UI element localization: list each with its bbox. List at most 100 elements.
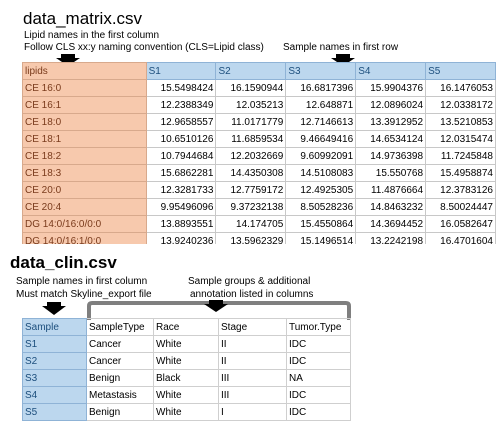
clin-row: S1 Cancer White II IDC	[22, 335, 351, 353]
value-cell: 10.7944684	[145, 147, 217, 165]
value-cell: 11.7245848	[425, 147, 496, 165]
annotation-cell: Cancer	[86, 352, 154, 370]
value-cell: 13.8893551	[145, 215, 217, 233]
value-cell: 13.3912952	[355, 113, 427, 131]
sample-header-cell: S4	[355, 62, 427, 80]
matrix-row: DG 14:0/16:1/0:0 13.9240236 13.5962329 15.1…	[22, 232, 496, 244]
annotation-cell: IDC	[286, 352, 351, 370]
annotation-cell: Black	[153, 369, 219, 387]
sample-header-cell: S5	[425, 62, 496, 80]
value-cell: 11.0171779	[215, 113, 287, 131]
value-cell: 12.9658557	[145, 113, 217, 131]
annotation-cell: White	[153, 352, 219, 370]
lipid-name-cell: CE 16:0	[22, 79, 147, 97]
value-cell: 12.7759172	[215, 181, 287, 199]
value-cell: 12.3281733	[145, 181, 217, 199]
annotation-cell: IDC	[286, 335, 351, 353]
lipid-name-cell: CE 18:2	[22, 147, 147, 165]
lipid-name-cell: CE 18:1	[22, 130, 147, 148]
sample-header-cell: Sample	[22, 318, 87, 336]
value-cell: 14.5108083	[285, 164, 357, 182]
matrix-note-sample-names: Sample names in first row	[283, 42, 399, 53]
matrix-row: CE 18:1 10.6510126 11.6859534 9.46649416 14.…	[22, 130, 496, 148]
clin-row: S5 Benign White I IDC	[22, 403, 351, 421]
annotation-cell: IDC	[286, 386, 351, 404]
sample-name-cell: S4	[22, 386, 87, 404]
value-cell: 14.8463232	[355, 198, 427, 216]
value-cell: 10.6510126	[145, 130, 217, 148]
annotation-cell: NA	[286, 369, 351, 387]
arrow-down-icon	[204, 300, 228, 312]
value-cell: 16.4701604	[425, 232, 496, 244]
lipid-name-cell: DG 14:0/16:0/0:0	[22, 215, 147, 233]
matrix-row: CE 16:0 15.5498424 16.1590944 16.6817396 15.…	[22, 79, 496, 97]
value-cell: 12.2388349	[145, 96, 217, 114]
value-cell: 15.6862281	[145, 164, 217, 182]
sample-header-cell: S1	[145, 62, 217, 80]
matrix-title: data_matrix.csv	[23, 9, 143, 28]
value-cell: 16.6817396	[285, 79, 357, 97]
value-cell: 16.1590944	[215, 79, 287, 97]
annotation-cell: IDC	[286, 403, 351, 421]
lipid-name-cell: CE 16:1	[22, 96, 147, 114]
value-cell: 15.550768	[355, 164, 427, 182]
value-cell: 16.0582647	[425, 215, 496, 233]
value-cell: 9.95496096	[145, 198, 217, 216]
value-cell: 12.0315474	[425, 130, 496, 148]
annotation-cell: Metastasis	[86, 386, 154, 404]
value-cell: 12.3783126	[425, 181, 496, 199]
matrix-row: CE 18:0 12.9658557 11.0171779 12.7146613 13.…	[22, 113, 496, 131]
value-cell: 9.46649416	[285, 130, 357, 148]
lipid-name-cell: CE 20:4	[22, 198, 147, 216]
sample-name-cell: S5	[22, 403, 87, 421]
value-cell: 15.4550864	[285, 215, 357, 233]
lipid-name-cell: CE 20:0	[22, 181, 147, 199]
clin-note-must-match: Must match Skyline_export file	[16, 289, 152, 300]
value-cell: 12.4925305	[285, 181, 357, 199]
sample-name-cell: S1	[22, 335, 87, 353]
value-cell: 8.50024447	[425, 198, 496, 216]
annotation-cell: Benign	[86, 403, 154, 421]
clin-row: S3 Benign Black III NA	[22, 369, 351, 387]
matrix-note-lipid-names: Lipid names in the first column	[24, 30, 160, 41]
lipid-name-cell: CE 18:0	[22, 113, 147, 131]
value-cell: 14.6534124	[355, 130, 427, 148]
lipids-header-cell: lipids	[22, 62, 147, 80]
value-cell: 11.4876664	[355, 181, 427, 199]
matrix-row: CE 20:4 9.95496096 9.37232138 8.50528236 14.…	[22, 198, 496, 216]
annotation-header-cell: Tumor.Type	[286, 318, 351, 336]
annotation-header-cell: Stage	[218, 318, 287, 336]
matrix-header-row: lipids S1 S2 S3 S4 S5	[22, 62, 496, 80]
value-cell: 15.1496514	[285, 232, 357, 244]
sample-header-cell: S3	[285, 62, 357, 80]
value-cell: 12.035213	[215, 96, 287, 114]
matrix-row: CE 18:3 15.6862281 14.4350308 14.5108083 15.…	[22, 164, 496, 182]
matrix-row: CE 18:2 10.7944684 12.2032669 9.60992091 14.…	[22, 147, 496, 165]
annotation-cell: III	[218, 386, 287, 404]
annotation-cell: White	[153, 403, 219, 421]
value-cell: 14.4350308	[215, 164, 287, 182]
clin-note-sample-groups: Sample groups & additional	[188, 276, 311, 287]
value-cell: 12.7146613	[285, 113, 357, 131]
value-cell: 12.648871	[285, 96, 357, 114]
matrix-row: CE 16:1 12.2388349 12.035213 12.648871 12.08…	[22, 96, 496, 114]
clin-note-sample-names: Sample names in first column	[16, 276, 148, 287]
value-cell: 16.1476053	[425, 79, 496, 97]
annotation-cell: Benign	[86, 369, 154, 387]
value-cell: 13.2242198	[355, 232, 427, 244]
value-cell: 11.6859534	[215, 130, 287, 148]
value-cell: 13.5962329	[215, 232, 287, 244]
value-cell: 14.9736398	[355, 147, 427, 165]
annotation-cell: Cancer	[86, 335, 154, 353]
annotation-cell: White	[153, 386, 219, 404]
data-clin-table: Sample SampleType Race Stage Tumor.Type S1 Can…	[22, 318, 351, 421]
annotation-cell: II	[218, 335, 287, 353]
value-cell: 14.3694452	[355, 215, 427, 233]
clin-title: data_clin.csv	[10, 253, 117, 272]
sample-header-cell: S2	[215, 62, 287, 80]
value-cell: 13.5210853	[425, 113, 496, 131]
clin-row: S2 Cancer White II IDC	[22, 352, 351, 370]
matrix-row: DG 14:0/16:0/0:0 13.8893551 14.174705 15.45…	[22, 215, 496, 233]
value-cell: 12.0338172	[425, 96, 496, 114]
annotation-header-cell: Race	[153, 318, 219, 336]
